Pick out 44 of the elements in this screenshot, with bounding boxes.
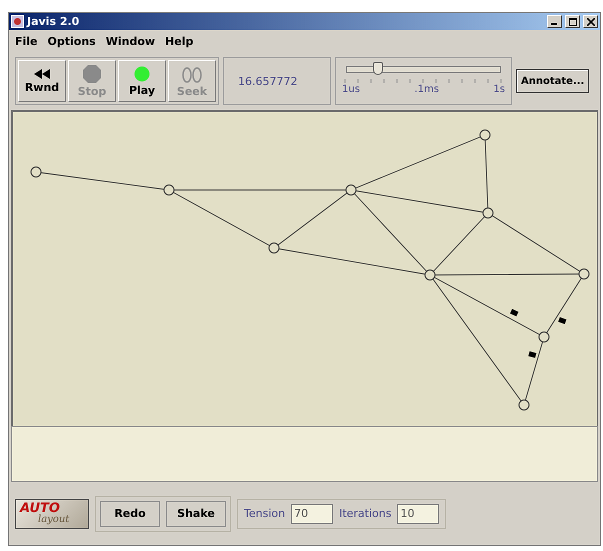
- field-label: Iterations: [339, 507, 392, 520]
- slider-thumb[interactable]: [372, 62, 383, 75]
- rewind-icon: [34, 68, 50, 78]
- control-button[interactable]: Rwnd: [18, 60, 66, 102]
- menu-item[interactable]: File: [15, 34, 38, 48]
- play-light-icon: [134, 66, 150, 82]
- control-button[interactable]: Play: [118, 60, 166, 102]
- time-display: 16.657772: [223, 57, 331, 105]
- field-label: Tension: [244, 507, 286, 520]
- input-field[interactable]: 70: [291, 504, 334, 524]
- menu-item[interactable]: Window: [106, 34, 156, 48]
- slider-label: 1s: [493, 84, 505, 95]
- graph-node[interactable]: [164, 184, 174, 196]
- logo-text: AUTO: [20, 502, 60, 515]
- logo-text: layout: [38, 515, 70, 525]
- layout-button[interactable]: Shake: [166, 500, 226, 526]
- menu-item[interactable]: Help: [165, 34, 194, 48]
- window-title: Javis 2.0: [27, 15, 80, 28]
- graph-node[interactable]: [424, 270, 436, 280]
- slider-label: .1ms: [414, 84, 439, 95]
- footprints-icon: [182, 64, 202, 82]
- data-packet: [558, 317, 566, 324]
- close-button[interactable]: [583, 15, 598, 28]
- input-field[interactable]: 10: [397, 504, 440, 524]
- maximize-button[interactable]: [565, 15, 580, 28]
- close-icon: [586, 18, 594, 26]
- layout-button[interactable]: Redo: [100, 500, 160, 526]
- slider-label: 1us: [342, 84, 360, 95]
- menu-item[interactable]: Options: [48, 34, 96, 48]
- graph-node[interactable]: [346, 184, 356, 196]
- graph-node[interactable]: [30, 166, 42, 178]
- graph-node[interactable]: [482, 208, 494, 218]
- data-packet: [510, 308, 518, 316]
- graph-node[interactable]: [480, 130, 490, 140]
- app-icon: [11, 15, 24, 28]
- graph-node[interactable]: [518, 400, 530, 410]
- graph-node[interactable]: [538, 332, 550, 342]
- graph-node[interactable]: [578, 268, 590, 280]
- minimize-button[interactable]: [547, 15, 562, 28]
- graph-node[interactable]: [268, 242, 280, 254]
- annotate-button[interactable]: Annotate...: [516, 69, 590, 93]
- maximize-icon: [568, 18, 576, 26]
- data-packet: [528, 351, 536, 358]
- stop-icon: [83, 64, 101, 82]
